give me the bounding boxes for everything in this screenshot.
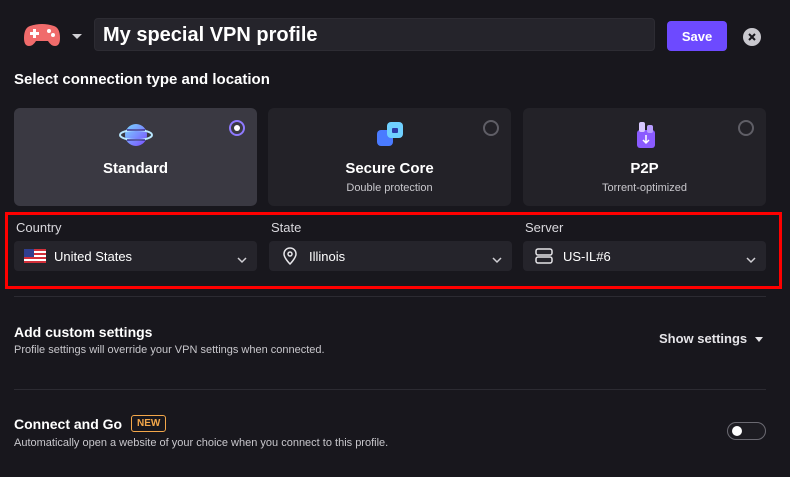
server-value: US-IL#6 (563, 248, 611, 264)
location-pin-icon (279, 247, 301, 265)
connect-and-go-title: Connect and Go (14, 416, 123, 432)
card-subtitle: Double protection (346, 182, 433, 194)
connect-and-go-toggle[interactable] (727, 422, 766, 440)
server-select[interactable]: US-IL#6 (523, 241, 766, 271)
connection-type-secure-core[interactable]: Secure Core Double protection (268, 108, 511, 206)
card-title: Secure Core (345, 160, 434, 177)
state-label: State (271, 220, 302, 235)
divider (14, 296, 766, 297)
new-badge: NEW (131, 415, 167, 432)
card-title: Standard (102, 160, 168, 177)
state-select[interactable]: Illinois (269, 241, 512, 271)
server-icon (533, 248, 555, 264)
state-value: Illinois (309, 248, 346, 264)
radio-selected[interactable] (229, 120, 245, 136)
connect-and-go-subtitle: Automatically open a website of your cho… (14, 437, 389, 449)
show-settings-label: Show settings (659, 331, 748, 346)
custom-settings-title: Add custom settings (14, 324, 153, 340)
card-subtitle: Torrent-optimized (602, 182, 687, 194)
globe-icon (118, 118, 153, 152)
gamepad-icon[interactable] (22, 20, 62, 50)
radio-unselected[interactable] (483, 120, 499, 136)
toggle-knob (732, 426, 742, 436)
country-label: Country (16, 220, 62, 235)
close-icon[interactable] (743, 28, 761, 46)
chevron-down-icon (237, 252, 247, 264)
us-flag-icon (24, 248, 46, 264)
card-title: P2P (630, 160, 659, 177)
divider (14, 389, 766, 390)
custom-settings-subtitle: Profile settings will override your VPN … (14, 344, 325, 356)
caret-down-icon (755, 331, 764, 346)
secure-core-icon (373, 118, 407, 152)
save-button[interactable]: Save (667, 21, 727, 51)
chevron-down-icon (746, 252, 756, 264)
country-value: United States (54, 248, 133, 264)
chevron-down-icon[interactable] (70, 29, 84, 39)
connection-type-p2p[interactable]: P2P Torrent-optimized (523, 108, 766, 206)
chevron-down-icon (492, 252, 502, 264)
section-heading: Select connection type and location (14, 71, 270, 88)
country-select[interactable]: United States (14, 241, 257, 271)
p2p-icon (628, 118, 662, 152)
connection-type-standard[interactable]: Standard (14, 108, 257, 206)
server-label: Server (525, 220, 564, 235)
profile-name-input[interactable]: My special VPN profile (94, 18, 655, 51)
radio-unselected[interactable] (738, 120, 754, 136)
show-settings-button[interactable]: Show settings (659, 331, 764, 346)
